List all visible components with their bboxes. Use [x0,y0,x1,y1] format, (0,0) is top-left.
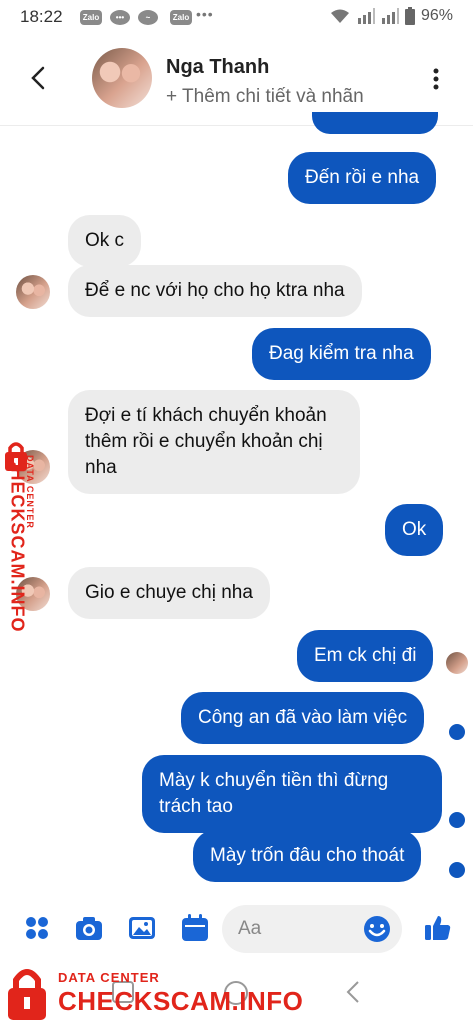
watermark-side: DATA CENTER CHECKSCAM.INFO [0,440,35,680]
lock-logo-icon [8,969,46,1020]
message-bubble-outgoing[interactable]: Mày trốn đâu cho thoát [193,830,422,882]
camera-icon[interactable] [74,913,104,943]
message-bubble-incoming[interactable]: Đợi e tí khách chuyển khoản thêm rồi e c… [68,390,360,494]
contact-avatar[interactable] [92,48,152,108]
message-bubble-outgoing[interactable]: Đến rồi e nha [288,152,437,204]
message-composer: Aa [0,895,473,963]
signal-icon-2 [381,8,399,24]
message-bubble-incoming[interactable]: Để e nc với họ cho họ ktra nha [68,265,362,317]
message-input-placeholder: Aa [238,918,262,939]
signal-icon [357,8,375,24]
add-details-link[interactable]: + Thêm chi tiết và nhãn [166,86,364,108]
message-bubble-outgoing[interactable]: Em ck chị đi [297,630,434,682]
apps-grid-icon[interactable] [22,913,52,943]
message-bubble-incoming[interactable]: Gio e chuye chị nha [68,567,270,619]
emoji-icon[interactable] [362,914,392,944]
more-options-icon[interactable] [433,68,439,90]
sent-check-icon [449,724,465,740]
watermark-bottom: DATA CENTER CHECKSCAM.INFO [0,962,304,1024]
message-bubble-partial [312,112,438,134]
messenger-notification-icon: ~ [138,10,158,25]
zalo-notification-icon: Zalo [80,10,102,25]
watermark-bottom-small: DATA CENTER [58,970,160,985]
back-arrow-icon[interactable] [26,64,50,92]
contact-name[interactable]: Nga Thanh [166,56,269,79]
status-bar: 18:22 Zalo ••• ~ Zalo ••• 96% [0,0,473,34]
zalo-notification-icon-2: Zalo [170,10,192,25]
battery-level: 96% [420,7,453,24]
status-time: 18:22 [20,7,63,26]
sent-check-icon [449,812,465,828]
calendar-icon[interactable] [180,913,210,943]
seen-avatar [446,652,468,674]
message-bubble-incoming[interactable]: Ok c [68,215,142,267]
chat-notification-icon: ••• [110,10,130,25]
wifi-icon [330,9,349,23]
watermark-bottom-text: CHECKSCAM.INFO [58,986,304,1016]
message-bubble-outgoing[interactable]: Công an đã vào làm việc [181,692,425,744]
back-nav-icon[interactable] [343,979,363,1005]
gallery-icon[interactable] [127,913,157,943]
sent-check-icon [449,862,465,878]
message-bubble-outgoing[interactable]: Đag kiểm tra nha [252,328,431,380]
more-notifications-icon: ••• [196,6,214,22]
message-input[interactable]: Aa [222,905,402,953]
watermark-side-text: CHECKSCAM.INFO [7,453,28,633]
message-bubble-outgoing[interactable]: Ok [385,504,444,556]
battery-icon [404,7,415,25]
message-bubble-outgoing[interactable]: Mày k chuyển tiền thì đừng trách tao [142,755,442,833]
thumbs-up-icon[interactable] [423,913,453,943]
sender-avatar [16,275,50,309]
status-right: 96% [329,7,453,25]
